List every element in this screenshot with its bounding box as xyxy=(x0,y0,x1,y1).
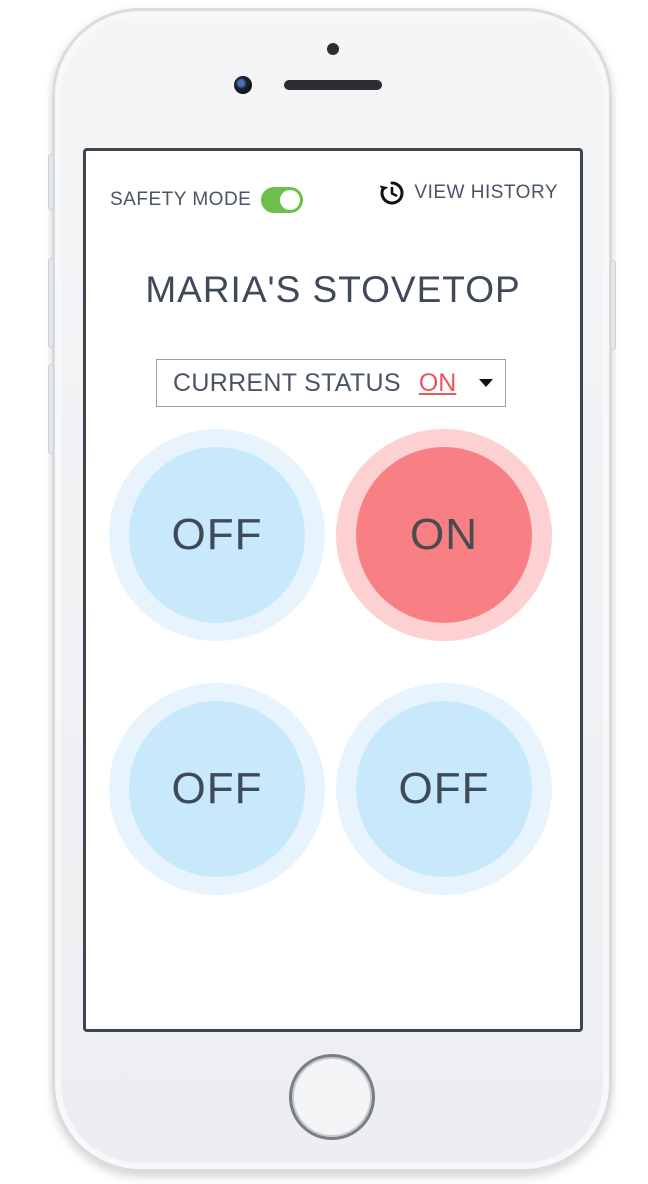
safety-mode-label: SAFETY MODE xyxy=(110,189,252,210)
volume-down-button xyxy=(48,364,54,454)
view-history-label: VIEW HISTORY xyxy=(414,182,558,203)
current-status-label: CURRENT STATUS xyxy=(173,368,401,397)
current-status-dropdown[interactable]: CURRENT STATUS ON xyxy=(156,359,506,407)
mute-switch xyxy=(48,154,54,210)
toggle-knob xyxy=(280,190,301,210)
caret-down-icon xyxy=(479,379,493,387)
volume-up-button xyxy=(48,258,54,348)
burner-4-label: OFF xyxy=(356,701,532,877)
current-status-value: ON xyxy=(418,368,457,397)
page-title: MARIA'S STOVETOP xyxy=(145,269,521,310)
view-history-button[interactable]: VIEW HISTORY xyxy=(378,179,558,207)
burner-3-label: OFF xyxy=(129,701,305,877)
burner-1-label: OFF xyxy=(129,447,305,623)
burner-2-button[interactable]: ON xyxy=(336,429,552,641)
burner-2-label: ON xyxy=(356,447,532,623)
earpiece-speaker xyxy=(284,80,382,90)
burner-1-button[interactable]: OFF xyxy=(109,429,325,641)
burner-3-button[interactable]: OFF xyxy=(109,683,325,895)
front-camera xyxy=(234,76,252,94)
history-clock-icon xyxy=(378,179,406,207)
app-screen: SAFETY MODE VIEW HISTORY MARIA'S STOVETO… xyxy=(83,148,583,1032)
safety-mode-toggle[interactable] xyxy=(261,187,304,213)
burner-4-button[interactable]: OFF xyxy=(336,683,552,895)
proximity-sensor xyxy=(327,43,339,55)
home-button[interactable] xyxy=(289,1054,375,1140)
power-button xyxy=(610,260,616,350)
safety-mode: SAFETY MODE xyxy=(110,187,304,213)
top-bar: SAFETY MODE VIEW HISTORY xyxy=(86,151,580,231)
